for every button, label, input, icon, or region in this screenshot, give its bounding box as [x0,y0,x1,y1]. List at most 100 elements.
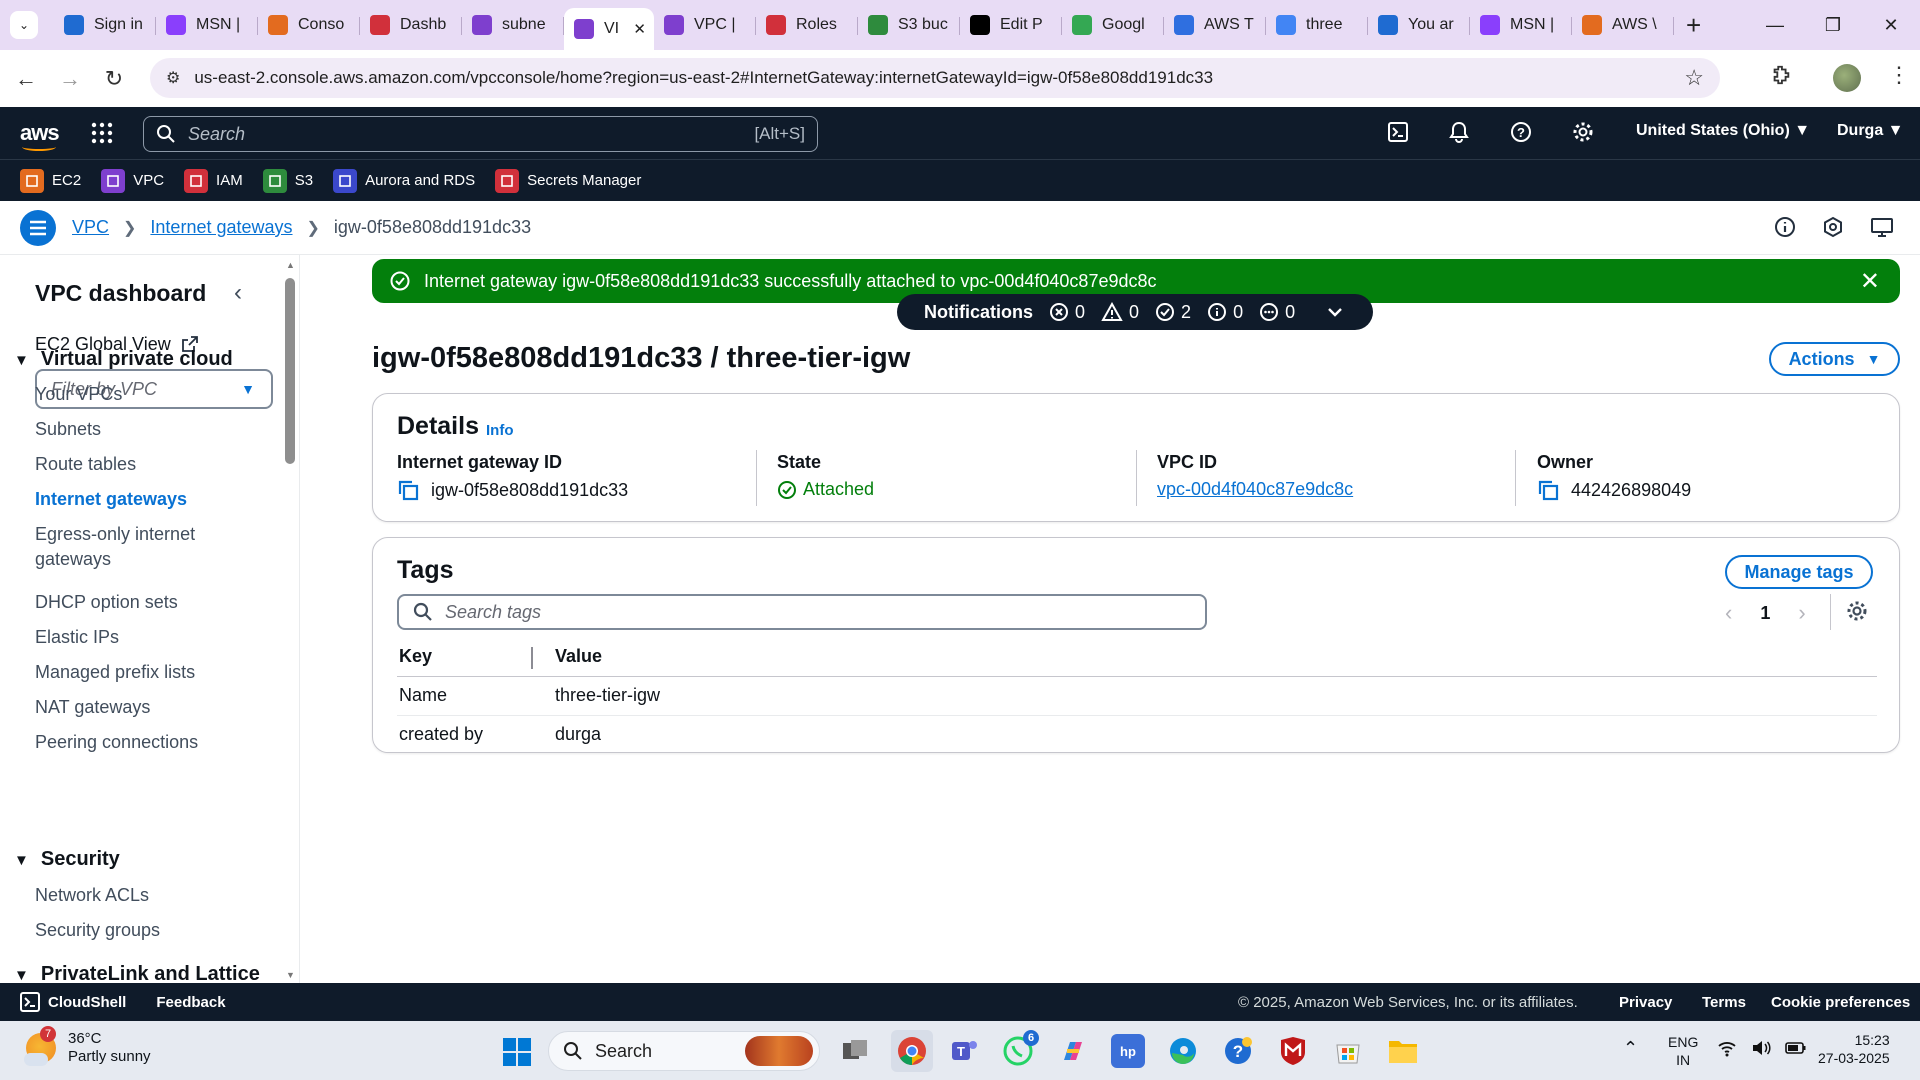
hp-app-icon[interactable]: hp [1111,1034,1145,1068]
browser-tab[interactable]: MSN | [1470,7,1572,43]
info-link[interactable]: Info [486,422,514,439]
nav-item-peering-connections[interactable]: Peering connections [35,730,198,755]
chevron-down-icon[interactable] [1327,307,1343,317]
bell-icon[interactable] [1448,121,1472,145]
microsoft-store-icon[interactable] [1331,1034,1365,1068]
copy-icon[interactable] [397,479,431,501]
nav-item-internet-gateways[interactable]: Internet gateways [35,487,187,512]
tab-search-dropdown-icon[interactable]: ⌄ [10,11,38,39]
help-icon[interactable]: ? [1510,121,1534,145]
browser-tab[interactable]: S3 buc [858,7,960,43]
favorite-vpc[interactable]: VPC [101,168,164,193]
browser-tab[interactable]: subne [462,7,564,43]
page-number[interactable]: 1 [1760,603,1770,624]
section-security[interactable]: ▼ Security [14,848,120,871]
region-selector[interactable]: United States (Ohio) ▼ [1636,122,1810,140]
nav-title[interactable]: VPC dashboard [35,280,206,307]
manage-tags-button[interactable]: Manage tags [1725,555,1873,589]
nav-item-nat-gateways[interactable]: NAT gateways [35,695,150,720]
actions-dropdown-button[interactable]: Actions ▼ [1769,342,1900,376]
notifications-bar[interactable]: Notifications 0 0 2 0 0 [897,294,1373,330]
windows-start-icon[interactable] [502,1037,532,1067]
chevron-up-icon[interactable]: ⌃ [1623,1038,1638,1059]
browser-tab[interactable]: MSN | [156,7,258,43]
info-circle-icon[interactable] [1774,216,1798,240]
favorite-secrets-manager[interactable]: Secrets Manager [495,168,641,193]
nav-item-managed-prefix-lists[interactable]: Managed prefix lists [35,660,195,685]
nav-item-your-vpcs[interactable]: Your VPCs [35,382,122,407]
wifi-icon[interactable] [1717,1039,1737,1057]
taskbar-search[interactable]: Search [548,1031,820,1071]
get-help-icon[interactable]: ? [1221,1034,1255,1068]
nav-item-elastic-ips[interactable]: Elastic IPs [35,625,119,650]
profile-avatar[interactable] [1833,64,1861,92]
services-grid-icon[interactable] [91,122,113,144]
nav-item-network-acls[interactable]: Network ACLs [35,883,149,908]
teams-icon[interactable]: T [947,1034,981,1068]
battery-icon[interactable] [1785,1039,1807,1057]
settings-gear-icon[interactable] [1572,121,1596,145]
browser-tab[interactable]: three [1266,7,1368,43]
browser-menu-icon[interactable]: ⋮ [1888,62,1910,88]
browser-tab[interactable]: VPC | [654,7,756,43]
url-text[interactable]: us-east-2.console.aws.amazon.com/vpccons… [194,68,1213,88]
cookie-preferences-link[interactable]: Cookie preferences [1771,994,1910,1011]
aws-logo[interactable]: aws [20,120,60,151]
close-tab-icon[interactable]: ✕ [633,20,646,38]
clock[interactable]: 15:23 27-03-2025 [1818,1031,1890,1067]
nav-item-dhcp-option-sets[interactable]: DHCP option sets [35,590,178,615]
cloudshell-icon[interactable] [1387,121,1411,145]
copy-icon[interactable] [1537,479,1571,501]
weather-widget[interactable]: 7 36°C Partly sunny [24,1026,151,1066]
whatsapp-icon[interactable]: 6 [1001,1030,1039,1068]
edge-icon[interactable] [1166,1034,1200,1068]
favorite-aurora-and-rds[interactable]: Aurora and RDS [333,168,475,193]
browser-tab[interactable]: Edit P [960,7,1062,43]
menu-icon[interactable] [20,209,56,246]
section-privatelink[interactable]: ▼ PrivateLink and Lattice [14,963,260,983]
account-menu[interactable]: Durga ▼ [1837,122,1904,140]
back-button[interactable]: ← [8,66,44,92]
browser-tab[interactable]: Roles [756,7,858,43]
breadcrumb-vpc[interactable]: VPC [72,217,109,238]
task-view-icon[interactable] [838,1034,872,1068]
favorite-iam[interactable]: IAM [184,168,243,193]
nav-scrollbar-thumb[interactable] [285,278,295,464]
url-field[interactable]: ⚙ us-east-2.console.aws.amazon.com/vpcco… [150,58,1720,98]
nav-item-egress-only-internet-gateways[interactable]: Egress-only internet gateways [35,522,245,572]
tags-search-input[interactable]: Search tags [397,594,1207,630]
nav-item-subnets[interactable]: Subnets [35,417,101,442]
display-settings-icon[interactable] [1870,216,1894,240]
breadcrumb-internet-gateways[interactable]: Internet gateways [150,217,292,238]
column-header-key[interactable]: Key [397,638,533,677]
aws-search-input[interactable]: Search [Alt+S] [143,116,818,152]
chevron-right-icon[interactable]: › [1798,600,1805,626]
browser-tab[interactable]: AWS \ [1572,7,1674,43]
browser-tab[interactable]: AWS T [1164,7,1266,43]
chevron-left-icon[interactable]: ‹ [1725,600,1732,626]
close-window-button[interactable]: ✕ [1862,15,1920,36]
forward-button[interactable]: → [52,66,88,92]
browser-tab[interactable]: Conso [258,7,360,43]
nav-item-route-tables[interactable]: Route tables [35,452,136,477]
copilot-icon[interactable] [1056,1034,1090,1068]
site-info-icon[interactable]: ⚙ [166,68,180,88]
browser-tab[interactable]: VI ✕ [564,8,654,50]
browser-tab[interactable]: You ar [1368,7,1470,43]
table-settings-gear-icon[interactable] [1846,600,1868,622]
file-explorer-icon[interactable] [1386,1034,1420,1068]
vpc-id-link[interactable]: vpc-00d4f040c87e9dc8c [1157,479,1353,500]
new-tab-button[interactable]: + [1686,10,1701,41]
extensions-icon[interactable] [1770,64,1792,86]
section-virtual-private-cloud[interactable]: ▼ Virtual private cloud [14,348,233,371]
hexagon-icon[interactable] [1822,216,1846,240]
mcafee-icon[interactable] [1276,1034,1310,1068]
volume-icon[interactable] [1751,1039,1771,1057]
favorite-s3[interactable]: S3 [262,168,313,193]
bookmark-star-icon[interactable]: ☆ [1684,65,1704,91]
close-icon[interactable]: ✕ [1860,267,1880,296]
minimize-button[interactable]: — [1746,15,1804,36]
favorite-ec2[interactable]: EC2 [20,168,81,193]
collapse-nav-icon[interactable]: ‹ [234,279,242,307]
feedback-link[interactable]: Feedback [156,994,225,1011]
